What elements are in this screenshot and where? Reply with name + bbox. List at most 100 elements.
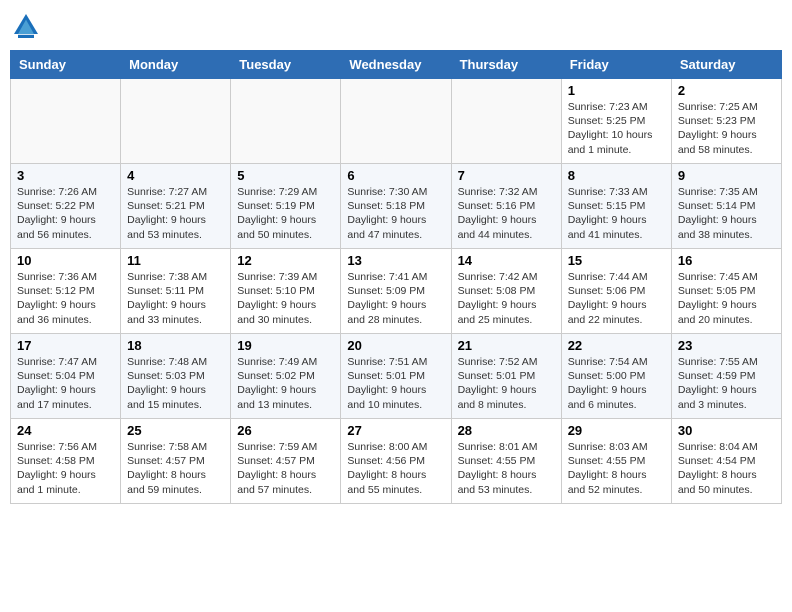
calendar-cell: 5Sunrise: 7:29 AM Sunset: 5:19 PM Daylig… [231, 164, 341, 249]
day-number: 15 [568, 253, 665, 268]
calendar-cell: 14 Sunrise: 7:42 AM Sunset: 5:08 PM Dayli… [451, 249, 561, 334]
calendar-cell: 10 Sunrise: 7:36 AM Sunset: 5:12 PM Dayli… [11, 249, 121, 334]
calendar-cell: 22Sunrise: 7:54 AM Sunset: 5:00 PM Dayli… [561, 334, 671, 419]
day-number: 29 [568, 423, 665, 438]
calendar-cell: 27 Sunrise: 8:00 AM Sunset: 4:56 PM Dayli… [341, 419, 451, 504]
day-info: Sunrise: 7:29 AM Sunset: 5:19 PM Dayligh… [237, 185, 334, 242]
day-number: 13 [347, 253, 444, 268]
calendar-week-1: 1 Sunrise: 7:23 AM Sunset: 5:25 PM Daylig… [11, 79, 782, 164]
day-number: 28 [458, 423, 555, 438]
day-info: Sunrise: 7:33 AM Sunset: 5:15 PM Dayligh… [568, 185, 665, 242]
day-info: Sunrise: 7:27 AM Sunset: 5:21 PM Dayligh… [127, 185, 224, 242]
calendar-cell: 29Sunrise: 8:03 AM Sunset: 4:55 PM Dayli… [561, 419, 671, 504]
calendar-cell: 13 Sunrise: 7:41 AM Sunset: 5:09 PM Dayli… [341, 249, 451, 334]
day-number: 19 [237, 338, 334, 353]
weekday-header-thursday: Thursday [451, 51, 561, 79]
weekday-header-friday: Friday [561, 51, 671, 79]
day-info: Sunrise: 7:52 AM Sunset: 5:01 PM Dayligh… [458, 355, 555, 412]
calendar-cell: 9 Sunrise: 7:35 AM Sunset: 5:14 PM Daylig… [671, 164, 781, 249]
day-info: Sunrise: 7:39 AM Sunset: 5:10 PM Dayligh… [237, 270, 334, 327]
weekday-header-wednesday: Wednesday [341, 51, 451, 79]
day-number: 26 [237, 423, 334, 438]
calendar-cell: 3 Sunrise: 7:26 AM Sunset: 5:22 PM Daylig… [11, 164, 121, 249]
day-info: Sunrise: 7:32 AM Sunset: 5:16 PM Dayligh… [458, 185, 555, 242]
day-info: Sunrise: 7:56 AM Sunset: 4:58 PM Dayligh… [17, 440, 114, 497]
calendar-cell: 26 Sunrise: 7:59 AM Sunset: 4:57 PM Dayli… [231, 419, 341, 504]
day-number: 25 [127, 423, 224, 438]
header [10, 10, 782, 42]
day-number: 30 [678, 423, 775, 438]
calendar: SundayMondayTuesdayWednesdayThursdayFrid… [10, 50, 782, 504]
day-number: 16 [678, 253, 775, 268]
calendar-cell [11, 79, 121, 164]
calendar-cell: 8Sunrise: 7:33 AM Sunset: 5:15 PM Daylig… [561, 164, 671, 249]
day-info: Sunrise: 7:35 AM Sunset: 5:14 PM Dayligh… [678, 185, 775, 242]
calendar-cell: 23Sunrise: 7:55 AM Sunset: 4:59 PM Dayli… [671, 334, 781, 419]
day-number: 11 [127, 253, 224, 268]
calendar-cell: 4 Sunrise: 7:27 AM Sunset: 5:21 PM Daylig… [121, 164, 231, 249]
weekday-header-sunday: Sunday [11, 51, 121, 79]
day-info: Sunrise: 7:25 AM Sunset: 5:23 PM Dayligh… [678, 100, 775, 157]
weekday-header-monday: Monday [121, 51, 231, 79]
calendar-cell: 20 Sunrise: 7:51 AM Sunset: 5:01 PM Dayli… [341, 334, 451, 419]
weekday-header-tuesday: Tuesday [231, 51, 341, 79]
day-number: 20 [347, 338, 444, 353]
calendar-cell: 21 Sunrise: 7:52 AM Sunset: 5:01 PM Dayli… [451, 334, 561, 419]
calendar-cell: 15 Sunrise: 7:44 AM Sunset: 5:06 PM Dayli… [561, 249, 671, 334]
day-info: Sunrise: 8:01 AM Sunset: 4:55 PM Dayligh… [458, 440, 555, 497]
day-info: Sunrise: 7:30 AM Sunset: 5:18 PM Dayligh… [347, 185, 444, 242]
calendar-cell: 30 Sunrise: 8:04 AM Sunset: 4:54 PM Dayli… [671, 419, 781, 504]
day-number: 24 [17, 423, 114, 438]
day-number: 10 [17, 253, 114, 268]
day-info: Sunrise: 7:51 AM Sunset: 5:01 PM Dayligh… [347, 355, 444, 412]
calendar-cell [341, 79, 451, 164]
logo-icon [10, 10, 42, 42]
day-number: 18 [127, 338, 224, 353]
calendar-cell: 1 Sunrise: 7:23 AM Sunset: 5:25 PM Daylig… [561, 79, 671, 164]
calendar-cell: 24 Sunrise: 7:56 AM Sunset: 4:58 PM Dayli… [11, 419, 121, 504]
calendar-header-row: SundayMondayTuesdayWednesdayThursdayFrid… [11, 51, 782, 79]
day-number: 12 [237, 253, 334, 268]
calendar-cell [231, 79, 341, 164]
day-number: 22 [568, 338, 665, 353]
day-info: Sunrise: 7:58 AM Sunset: 4:57 PM Dayligh… [127, 440, 224, 497]
day-number: 9 [678, 168, 775, 183]
calendar-week-2: 3 Sunrise: 7:26 AM Sunset: 5:22 PM Daylig… [11, 164, 782, 249]
day-info: Sunrise: 7:23 AM Sunset: 5:25 PM Dayligh… [568, 100, 665, 157]
day-info: Sunrise: 7:42 AM Sunset: 5:08 PM Dayligh… [458, 270, 555, 327]
day-info: Sunrise: 7:36 AM Sunset: 5:12 PM Dayligh… [17, 270, 114, 327]
day-number: 4 [127, 168, 224, 183]
day-info: Sunrise: 8:04 AM Sunset: 4:54 PM Dayligh… [678, 440, 775, 497]
day-info: Sunrise: 7:44 AM Sunset: 5:06 PM Dayligh… [568, 270, 665, 327]
calendar-cell: 7 Sunrise: 7:32 AM Sunset: 5:16 PM Daylig… [451, 164, 561, 249]
day-number: 7 [458, 168, 555, 183]
day-number: 27 [347, 423, 444, 438]
day-info: Sunrise: 7:41 AM Sunset: 5:09 PM Dayligh… [347, 270, 444, 327]
day-info: Sunrise: 7:48 AM Sunset: 5:03 PM Dayligh… [127, 355, 224, 412]
calendar-week-3: 10 Sunrise: 7:36 AM Sunset: 5:12 PM Dayli… [11, 249, 782, 334]
logo [10, 10, 46, 42]
calendar-cell: 17Sunrise: 7:47 AM Sunset: 5:04 PM Dayli… [11, 334, 121, 419]
day-info: Sunrise: 7:59 AM Sunset: 4:57 PM Dayligh… [237, 440, 334, 497]
day-number: 21 [458, 338, 555, 353]
calendar-week-5: 24 Sunrise: 7:56 AM Sunset: 4:58 PM Dayli… [11, 419, 782, 504]
day-number: 3 [17, 168, 114, 183]
calendar-cell: 16Sunrise: 7:45 AM Sunset: 5:05 PM Dayli… [671, 249, 781, 334]
day-info: Sunrise: 7:38 AM Sunset: 5:11 PM Dayligh… [127, 270, 224, 327]
calendar-cell: 19Sunrise: 7:49 AM Sunset: 5:02 PM Dayli… [231, 334, 341, 419]
calendar-cell [121, 79, 231, 164]
calendar-cell: 12 Sunrise: 7:39 AM Sunset: 5:10 PM Dayli… [231, 249, 341, 334]
day-number: 1 [568, 83, 665, 98]
day-number: 14 [458, 253, 555, 268]
calendar-week-4: 17Sunrise: 7:47 AM Sunset: 5:04 PM Dayli… [11, 334, 782, 419]
day-info: Sunrise: 7:47 AM Sunset: 5:04 PM Dayligh… [17, 355, 114, 412]
calendar-cell: 18 Sunrise: 7:48 AM Sunset: 5:03 PM Dayli… [121, 334, 231, 419]
day-info: Sunrise: 7:26 AM Sunset: 5:22 PM Dayligh… [17, 185, 114, 242]
day-info: Sunrise: 8:00 AM Sunset: 4:56 PM Dayligh… [347, 440, 444, 497]
weekday-header-saturday: Saturday [671, 51, 781, 79]
calendar-cell [451, 79, 561, 164]
day-number: 2 [678, 83, 775, 98]
calendar-cell: 28 Sunrise: 8:01 AM Sunset: 4:55 PM Dayli… [451, 419, 561, 504]
day-number: 23 [678, 338, 775, 353]
calendar-cell: 2 Sunrise: 7:25 AM Sunset: 5:23 PM Daylig… [671, 79, 781, 164]
